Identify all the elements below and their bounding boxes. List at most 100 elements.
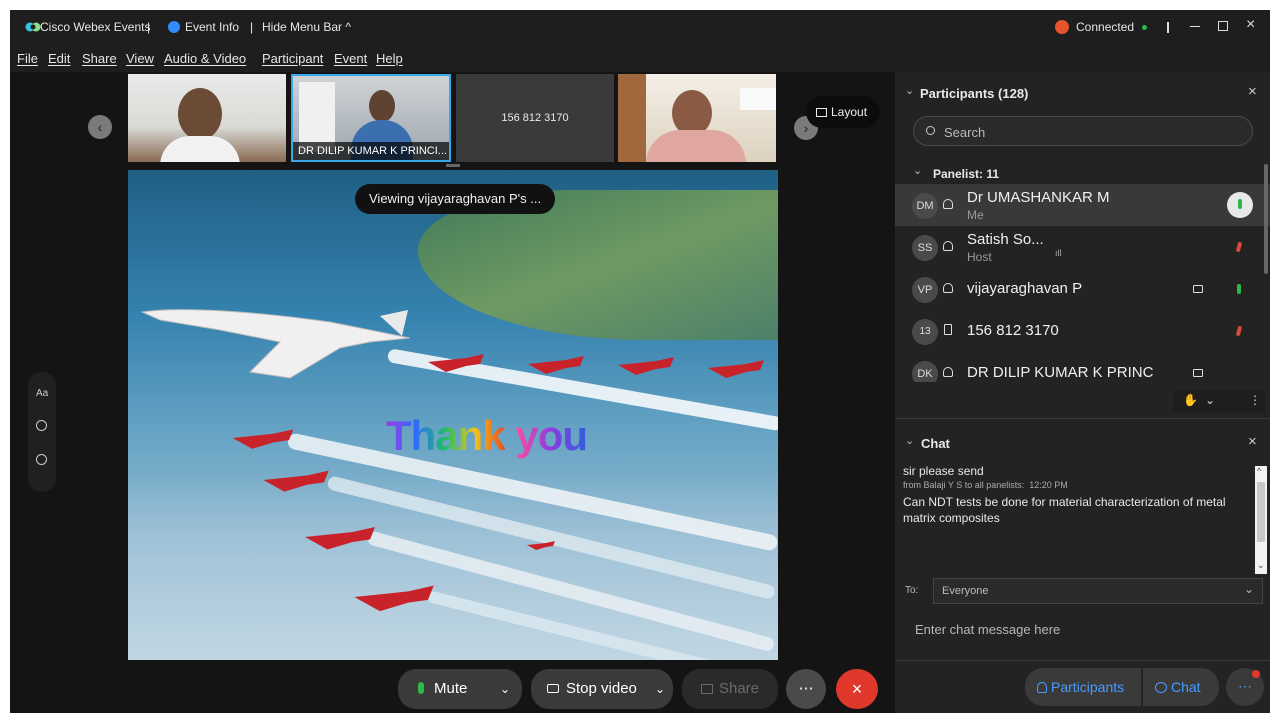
chevron-down-icon[interactable]: ⌄ <box>905 434 914 447</box>
participant-row[interactable]: SS Satish So... Host ıll <box>895 226 1270 268</box>
stop-video-button[interactable]: Stop video ⌄ <box>531 669 673 709</box>
menu-help[interactable]: Help <box>376 51 403 66</box>
participant-search-input[interactable]: Search <box>913 116 1253 146</box>
more-options-button[interactable]: ⋯ <box>786 669 826 709</box>
annotate-icon[interactable]: Aa <box>36 388 48 399</box>
info-icon <box>168 21 180 33</box>
close-chat-icon[interactable]: × <box>1248 433 1257 450</box>
video-tile-1[interactable] <box>128 74 286 162</box>
share-button[interactable]: Share <box>682 669 778 709</box>
more-icon[interactable]: ⋮ <box>1249 393 1261 407</box>
scroll-down-icon[interactable]: ⌄ <box>1257 560 1265 571</box>
menu-edit[interactable]: Edit <box>48 51 70 66</box>
chat-scrollbar[interactable]: ^ ⌄ <box>1255 466 1267 574</box>
message-time: 12:20 PM <box>1029 480 1068 490</box>
menu-view[interactable]: View <box>126 51 154 66</box>
menu-audio-video[interactable]: Audio & Video <box>164 51 246 66</box>
mic-muted-icon[interactable] <box>1235 325 1243 337</box>
recipient-select[interactable]: Everyone ⌄ <box>933 578 1263 604</box>
connected-dot-icon <box>1142 25 1147 30</box>
chat-input-placeholder: Enter chat message here <box>915 622 1061 637</box>
red-jet-9 <box>527 541 555 550</box>
layout-button[interactable]: Layout <box>806 96 880 128</box>
chat-header: ⌄ Chat × <box>895 422 1270 462</box>
video-strip-prev-button[interactable]: ‹ <box>88 115 112 139</box>
panel-scrollbar[interactable] <box>1264 164 1268 274</box>
chat-bubble-icon <box>1155 682 1167 693</box>
chevron-down-icon[interactable]: ⌄ <box>500 669 510 709</box>
concorde-image <box>140 309 411 379</box>
video-tile-4[interactable] <box>618 74 776 162</box>
scroll-up-icon[interactable]: ^ <box>1257 466 1261 476</box>
menu-share[interactable]: Share <box>82 51 117 66</box>
chat-message: Can NDT tests be done for material chara… <box>903 495 1226 525</box>
layout-label: Layout <box>831 105 868 119</box>
participants-title: Participants (128) <box>920 86 1029 101</box>
thank-word: Thank <box>386 412 506 459</box>
panel-divider <box>895 660 1270 661</box>
hide-menu-bar-button[interactable]: Hide Menu Bar ^ <box>262 20 351 34</box>
menu-bar: File Edit Share View Audio & Video Parti… <box>10 44 1270 72</box>
person-icon <box>1037 682 1047 693</box>
notification-dot-icon <box>1252 670 1260 678</box>
participant-row[interactable]: VP vijayaraghavan P <box>895 268 1270 310</box>
scroll-thumb[interactable] <box>1257 482 1265 542</box>
red-jet-1 <box>428 354 484 372</box>
participant-row[interactable]: 13 156 812 3170 <box>895 310 1270 352</box>
video-tile-2-name: DR DILIP KUMAR K PRINCI... <box>293 142 449 160</box>
menu-participant[interactable]: Participant <box>262 51 323 66</box>
lower-hand-icon[interactable]: ⌄ <box>1205 393 1215 407</box>
chat-message: sir please send <box>903 464 984 478</box>
menu-file[interactable]: File <box>17 51 38 66</box>
red-jet-3 <box>618 357 674 375</box>
close-panel-icon[interactable]: × <box>1248 83 1257 100</box>
participant-actions-bar: ✋ ⌄ ⋮ <box>1173 390 1265 412</box>
zoom-in-icon[interactable] <box>36 420 47 431</box>
shared-content-area: Thank you Viewing vijayaraghavan P's ... <box>128 170 778 660</box>
stop-video-label: Stop video <box>566 680 637 697</box>
mic-on-icon[interactable] <box>1227 192 1253 218</box>
recipient-value: Everyone <box>942 585 989 597</box>
participant-row[interactable]: DM Dr UMASHANKAR M Me <box>895 184 1270 226</box>
avatar: DM <box>912 193 938 219</box>
close-window-icon[interactable]: × <box>1246 16 1255 34</box>
chat-tab-button[interactable]: Chat <box>1143 668 1219 706</box>
menu-event[interactable]: Event <box>334 51 367 66</box>
participant-row[interactable]: DK DR DILIP KUMAR K PRINC <box>895 352 1270 382</box>
leave-meeting-button[interactable]: × <box>836 669 878 709</box>
chat-input[interactable]: Enter chat message here <box>903 612 1263 652</box>
chat-title: Chat <box>921 436 950 451</box>
zoom-out-icon[interactable] <box>36 454 47 465</box>
mic-on-icon[interactable] <box>1237 284 1241 294</box>
window-background <box>618 74 646 162</box>
raise-hand-icon[interactable]: ✋ <box>1183 393 1198 407</box>
title-bar: Cisco Webex Events | Event Info | Hide M… <box>10 10 1270 44</box>
right-sidebar: ⌄ Participants (128) × Search ⌄ Panelist… <box>895 72 1270 713</box>
layout-icon <box>816 108 827 117</box>
webex-logo-icon <box>25 22 41 32</box>
participant-shirt-4 <box>646 130 746 162</box>
mute-button[interactable]: Mute ⌄ <box>398 669 522 709</box>
video-tile-2[interactable]: DR DILIP KUMAR K PRINCI... <box>291 74 451 162</box>
share-label: Share <box>718 680 760 697</box>
red-jet-8 <box>354 585 434 612</box>
participants-tab-button[interactable]: Participants <box>1025 668 1141 706</box>
title-separator: | <box>147 20 151 34</box>
share-icon <box>700 684 713 694</box>
event-info-link[interactable]: Event Info <box>185 20 239 34</box>
thank-you-text: Thank you <box>386 412 588 460</box>
video-tile-3[interactable]: 156 812 3170 <box>456 74 614 162</box>
video-on-icon <box>1193 285 1203 293</box>
minimize-icon[interactable] <box>1190 26 1200 27</box>
chevron-down-icon[interactable]: ⌄ <box>905 84 914 97</box>
search-icon <box>926 126 935 135</box>
participants-tab-label: Participants <box>1051 679 1125 695</box>
chat-sender: from Balaji Y S to all panelists: 12:20 … <box>903 480 1068 490</box>
more-panels-button[interactable]: ⋯ <box>1226 668 1264 706</box>
camera-icon <box>547 684 559 693</box>
panelist-group-header[interactable]: ⌄ Panelist: 11 <box>895 158 1270 186</box>
maximize-icon[interactable] <box>1218 21 1228 31</box>
video-strip-drag-handle[interactable] <box>446 164 460 167</box>
mic-muted-icon[interactable] <box>1235 241 1243 253</box>
chevron-down-icon[interactable]: ⌄ <box>655 669 665 709</box>
